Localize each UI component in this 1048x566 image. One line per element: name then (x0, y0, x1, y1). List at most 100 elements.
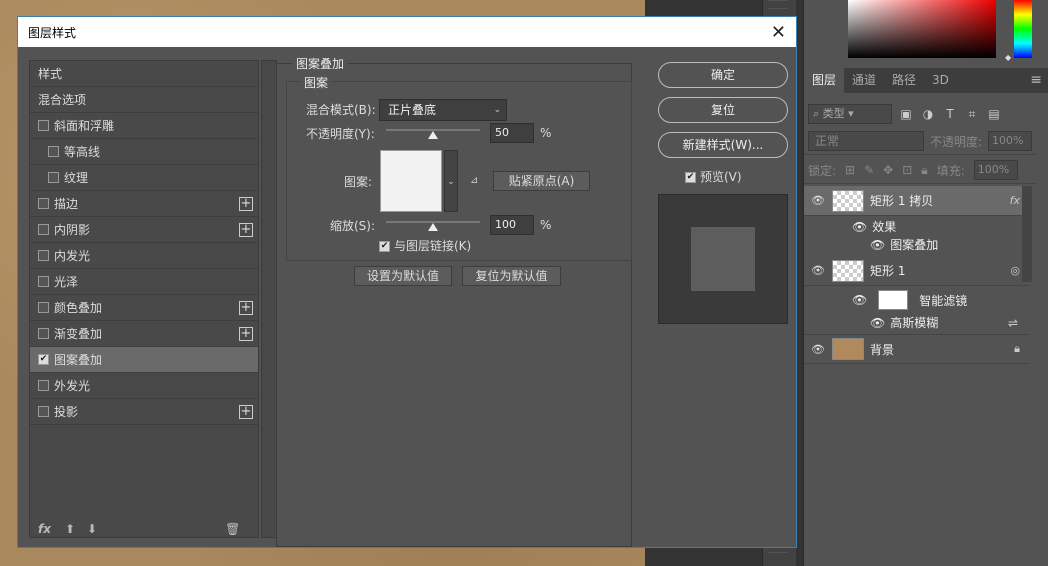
lock-paint-icon[interactable]: ✎ (864, 163, 874, 177)
layer-row-rect-copy[interactable]: 👁︎ 矩形 1 拷贝 fx (804, 186, 1030, 216)
style-checkbox[interactable] (38, 276, 49, 287)
effect-label: 图案叠加 (890, 238, 939, 252)
style-item[interactable]: 光泽 (30, 269, 258, 295)
reset-default-button[interactable]: 复位为默认值 (462, 266, 561, 286)
style-checkbox[interactable] (38, 328, 49, 339)
style-item[interactable]: 描边 + (30, 191, 258, 217)
move-down-icon[interactable]: ⬇ (87, 522, 97, 536)
type-filter-icon[interactable]: T (942, 107, 958, 121)
move-up-icon[interactable]: ⬆ (65, 522, 75, 536)
lock-artboard-icon[interactable]: ⊡ (902, 163, 912, 177)
eye-icon[interactable]: 👁︎ (870, 316, 885, 330)
snap-origin-button[interactable]: 贴紧原点(A) (493, 171, 590, 191)
tab-layers[interactable]: 图层 (804, 68, 845, 93)
smart-object-filter-icon[interactable]: ▤ (986, 107, 1002, 121)
section-title: 图案叠加 (292, 55, 349, 72)
style-item[interactable]: 斜面和浮雕 (30, 113, 258, 139)
style-list-scrollbar[interactable] (261, 60, 277, 538)
style-checkbox[interactable] (38, 198, 49, 209)
lock-position-icon[interactable]: ✥ (883, 163, 893, 177)
style-checkbox[interactable]: ✔ (38, 354, 49, 365)
eye-icon[interactable]: 👁︎ (804, 264, 832, 277)
new-preset-icon[interactable]: ⊿ (470, 175, 478, 186)
effects-row[interactable]: 👁︎ 效果 (852, 218, 896, 235)
eye-icon[interactable]: 👁︎ (852, 220, 867, 234)
add-effect-icon[interactable]: + (239, 222, 253, 237)
style-checkbox[interactable] (48, 146, 59, 157)
style-item[interactable]: 内阴影 + (30, 217, 258, 243)
style-checkbox[interactable] (38, 224, 49, 235)
layers-scrollbar[interactable] (1022, 186, 1032, 282)
link-with-layer-row[interactable]: ✔ 与图层链接(K) (379, 237, 471, 254)
filter-options-icon[interactable]: ⇌ (1008, 316, 1018, 330)
tab-3d[interactable]: 3D (924, 68, 957, 93)
gaussian-blur-row[interactable]: 👁︎ 高斯模糊 ⇌ (870, 314, 1018, 331)
shape-filter-icon[interactable]: ⌗ (964, 107, 980, 122)
add-effect-icon[interactable]: + (239, 300, 253, 315)
scale-slider-knob[interactable] (428, 223, 438, 231)
adjustment-filter-icon[interactable]: ◑ (920, 107, 936, 121)
layer-kind-select[interactable]: ⌕ 类型 ▾ (808, 104, 892, 124)
layer-blend-select[interactable]: 正常 (808, 131, 924, 151)
set-default-button[interactable]: 设置为默认值 (354, 266, 452, 286)
style-item[interactable]: ✔ 图案叠加 (30, 347, 258, 373)
image-filter-icon[interactable]: ▣ (898, 107, 914, 121)
style-item[interactable]: 混合选项 (30, 87, 258, 113)
style-item[interactable]: 颜色叠加 + (30, 295, 258, 321)
preview-swatch (691, 227, 755, 291)
eye-icon[interactable]: 👁︎ (852, 293, 867, 307)
scale-input[interactable]: 100 (490, 215, 534, 235)
style-checkbox[interactable] (38, 406, 49, 417)
style-item[interactable]: 外发光 (30, 373, 258, 399)
blend-mode-select[interactable]: 正片叠底 ⌄ (379, 99, 507, 121)
fx-icon[interactable]: fx (1010, 194, 1020, 207)
reset-button[interactable]: 复位 (658, 97, 788, 123)
hue-slider[interactable] (1014, 0, 1032, 58)
blend-mode-value: 正片叠底 (388, 103, 437, 117)
tab-channels[interactable]: 通道 (844, 68, 884, 93)
add-effect-icon[interactable]: + (239, 196, 253, 211)
layer-row-rect-1[interactable]: 👁︎ 矩形 1 ◎ (804, 256, 1030, 286)
style-item[interactable]: 纹理 (30, 165, 258, 191)
style-item[interactable]: 样式 (30, 61, 258, 87)
style-checkbox[interactable] (48, 172, 59, 183)
layer-row-background[interactable]: 👁︎ 背景 🔒︎ (804, 334, 1030, 364)
layer-opacity-input[interactable]: 100% (988, 131, 1033, 151)
fill-input[interactable]: 100% (973, 160, 1018, 180)
ok-button[interactable]: 确定 (658, 62, 788, 88)
style-item[interactable]: 内发光 (30, 243, 258, 269)
pattern-overlay-effect-row[interactable]: 👁︎ 图案叠加 (870, 236, 938, 253)
pattern-swatch[interactable] (380, 150, 442, 212)
color-picker-field[interactable] (848, 0, 996, 58)
opacity-input[interactable]: 50 (490, 123, 534, 143)
style-checkbox[interactable] (38, 250, 49, 261)
eye-icon[interactable]: 👁︎ (804, 343, 832, 356)
style-item[interactable]: 投影 + (30, 399, 258, 425)
lock-transparent-icon[interactable]: ⊞ (845, 163, 855, 177)
eye-icon[interactable]: 👁︎ (804, 194, 832, 207)
fx-menu-icon[interactable]: fx (38, 522, 51, 536)
close-icon[interactable]: ✕ (771, 22, 786, 43)
preview-checkbox[interactable]: ✔ (685, 172, 696, 183)
preview-toggle[interactable]: ✔ 预览(V) (685, 168, 742, 185)
trash-icon[interactable]: 🗑︎ (225, 522, 240, 536)
style-checkbox[interactable] (38, 302, 49, 313)
eye-icon[interactable]: 👁︎ (870, 238, 885, 252)
link-checkbox[interactable]: ✔ (379, 241, 390, 252)
style-item[interactable]: 等高线 (30, 139, 258, 165)
add-effect-icon[interactable]: + (239, 404, 253, 419)
style-item[interactable]: 渐变叠加 + (30, 321, 258, 347)
style-checkbox[interactable] (38, 120, 49, 131)
lock-all-icon[interactable]: 🔒︎ (921, 163, 927, 178)
layer-name: 背景 (870, 342, 895, 357)
smart-filters-row[interactable]: 👁︎ 智能滤镜 (852, 290, 967, 310)
layer-filter-row: ⌕ 类型 ▾ ▣ ◑ T ⌗ ▤ (808, 104, 1002, 124)
panel-menu-icon[interactable]: ≡ (1030, 72, 1042, 88)
hue-marker-icon: ◆ (1005, 53, 1012, 62)
add-effect-icon[interactable]: + (239, 326, 253, 341)
pattern-dropdown[interactable]: ⌄ (444, 150, 458, 212)
new-style-button[interactable]: 新建样式(W)... (658, 132, 788, 158)
opacity-slider-knob[interactable] (428, 131, 438, 139)
tab-paths[interactable]: 路径 (884, 68, 924, 93)
style-checkbox[interactable] (38, 380, 49, 391)
